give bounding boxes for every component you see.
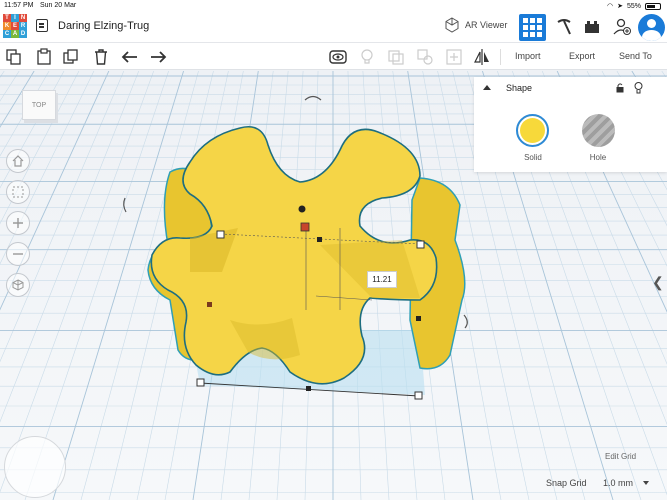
- logo-letter: E: [11, 22, 19, 30]
- dimension-value: 11.21: [372, 275, 392, 284]
- design-title[interactable]: Daring Elzing-Trug: [58, 20, 149, 32]
- duplicate-icon[interactable]: [63, 48, 81, 66]
- snap-grid-select[interactable]: 1.0 mm: [603, 478, 633, 488]
- add-user-icon[interactable]: [613, 18, 631, 36]
- logo-letter: T: [3, 14, 11, 22]
- pickaxe-icon[interactable]: [555, 18, 573, 36]
- shape-panel-header[interactable]: Shape: [474, 77, 667, 100]
- wifi-icon: ◠: [607, 3, 614, 10]
- delete-icon[interactable]: [92, 48, 110, 66]
- undo-icon[interactable]: [121, 48, 139, 66]
- redo-icon[interactable]: [149, 48, 167, 66]
- user-avatar[interactable]: [638, 14, 665, 41]
- perspective-cube-icon: [12, 279, 24, 291]
- collapse-caret-icon[interactable]: [483, 85, 491, 90]
- logo-letter: D: [19, 30, 27, 38]
- panel-expand-chevron-icon[interactable]: ❮: [652, 274, 664, 291]
- paste-icon[interactable]: [35, 48, 53, 66]
- app-header: T I N K E R C A D Daring Elzing-Trug AR …: [0, 12, 667, 42]
- shape-inspector-panel: Shape Solid Hole: [474, 77, 667, 172]
- ungroup-icon: [417, 49, 433, 65]
- shape-panel-title: Shape: [506, 83, 533, 93]
- solid-label: Solid: [524, 153, 542, 162]
- ar-cube-icon: [445, 17, 459, 33]
- home-view-button[interactable]: [6, 149, 30, 173]
- navigation-joystick[interactable]: [4, 436, 66, 498]
- status-date: Sun 20 Mar: [40, 2, 77, 9]
- snap-grid-label: Snap Grid: [546, 478, 587, 488]
- align-icon: [446, 49, 462, 65]
- fit-view-button[interactable]: [6, 180, 30, 204]
- bricks-icon[interactable]: [583, 18, 601, 36]
- copy-icon[interactable]: [5, 48, 23, 66]
- fit-view-icon: [12, 186, 24, 198]
- battery-icon: [645, 2, 661, 10]
- location-icon: ➤: [617, 3, 623, 10]
- 3d-design-view-button[interactable]: [519, 14, 546, 41]
- hole-swatch[interactable]: [582, 114, 615, 147]
- status-right: ◠ ➤ 55%: [607, 2, 661, 10]
- logo-letter: R: [19, 22, 27, 30]
- group-icon: [388, 50, 404, 65]
- solid-color-swatch[interactable]: [516, 114, 549, 147]
- visibility-bulb-icon[interactable]: [634, 82, 643, 94]
- ar-viewer-button[interactable]: AR Viewer: [444, 17, 507, 33]
- snap-grid-chevron-icon[interactable]: [643, 481, 649, 485]
- view-cube-top-label: TOP: [31, 101, 47, 109]
- tinkercad-logo[interactable]: T I N K E R C A D: [3, 14, 27, 38]
- zoom-out-button[interactable]: [6, 242, 30, 266]
- status-bar: 11:57 PM Sun 20 Mar ◠ ➤ 55%: [0, 0, 667, 12]
- export-button[interactable]: Export: [569, 51, 595, 61]
- send-to-button[interactable]: Send To: [619, 51, 652, 61]
- battery-percent: 55%: [626, 2, 641, 10]
- dimension-readout[interactable]: 11.21: [367, 271, 397, 288]
- logo-letter: C: [3, 30, 11, 38]
- minus-icon: [13, 253, 23, 255]
- home-icon: [12, 155, 24, 167]
- eye-icon[interactable]: [329, 48, 347, 66]
- logo-letter: I: [11, 14, 19, 22]
- hole-label: Hole: [589, 153, 607, 162]
- logo-letter: N: [19, 14, 27, 22]
- edit-toolbar: Import Export Send To: [0, 42, 667, 70]
- import-button[interactable]: Import: [515, 51, 541, 61]
- perspective-button[interactable]: [6, 273, 30, 297]
- status-time: 11:57 PM: [4, 2, 34, 9]
- edit-grid-button[interactable]: Edit Grid: [605, 452, 636, 461]
- plus-icon: [13, 218, 23, 228]
- toolbar-divider: [500, 49, 501, 65]
- zoom-in-button[interactable]: [6, 211, 30, 235]
- mirror-icon[interactable]: [473, 48, 491, 66]
- ar-viewer-label: AR Viewer: [465, 20, 508, 30]
- logo-letter: K: [3, 22, 11, 30]
- lock-icon[interactable]: [616, 83, 624, 93]
- logo-letter: A: [11, 30, 19, 38]
- view-cube[interactable]: TOP: [22, 90, 56, 120]
- design-list-icon[interactable]: [36, 19, 48, 32]
- light-bulb-icon: [361, 49, 373, 64]
